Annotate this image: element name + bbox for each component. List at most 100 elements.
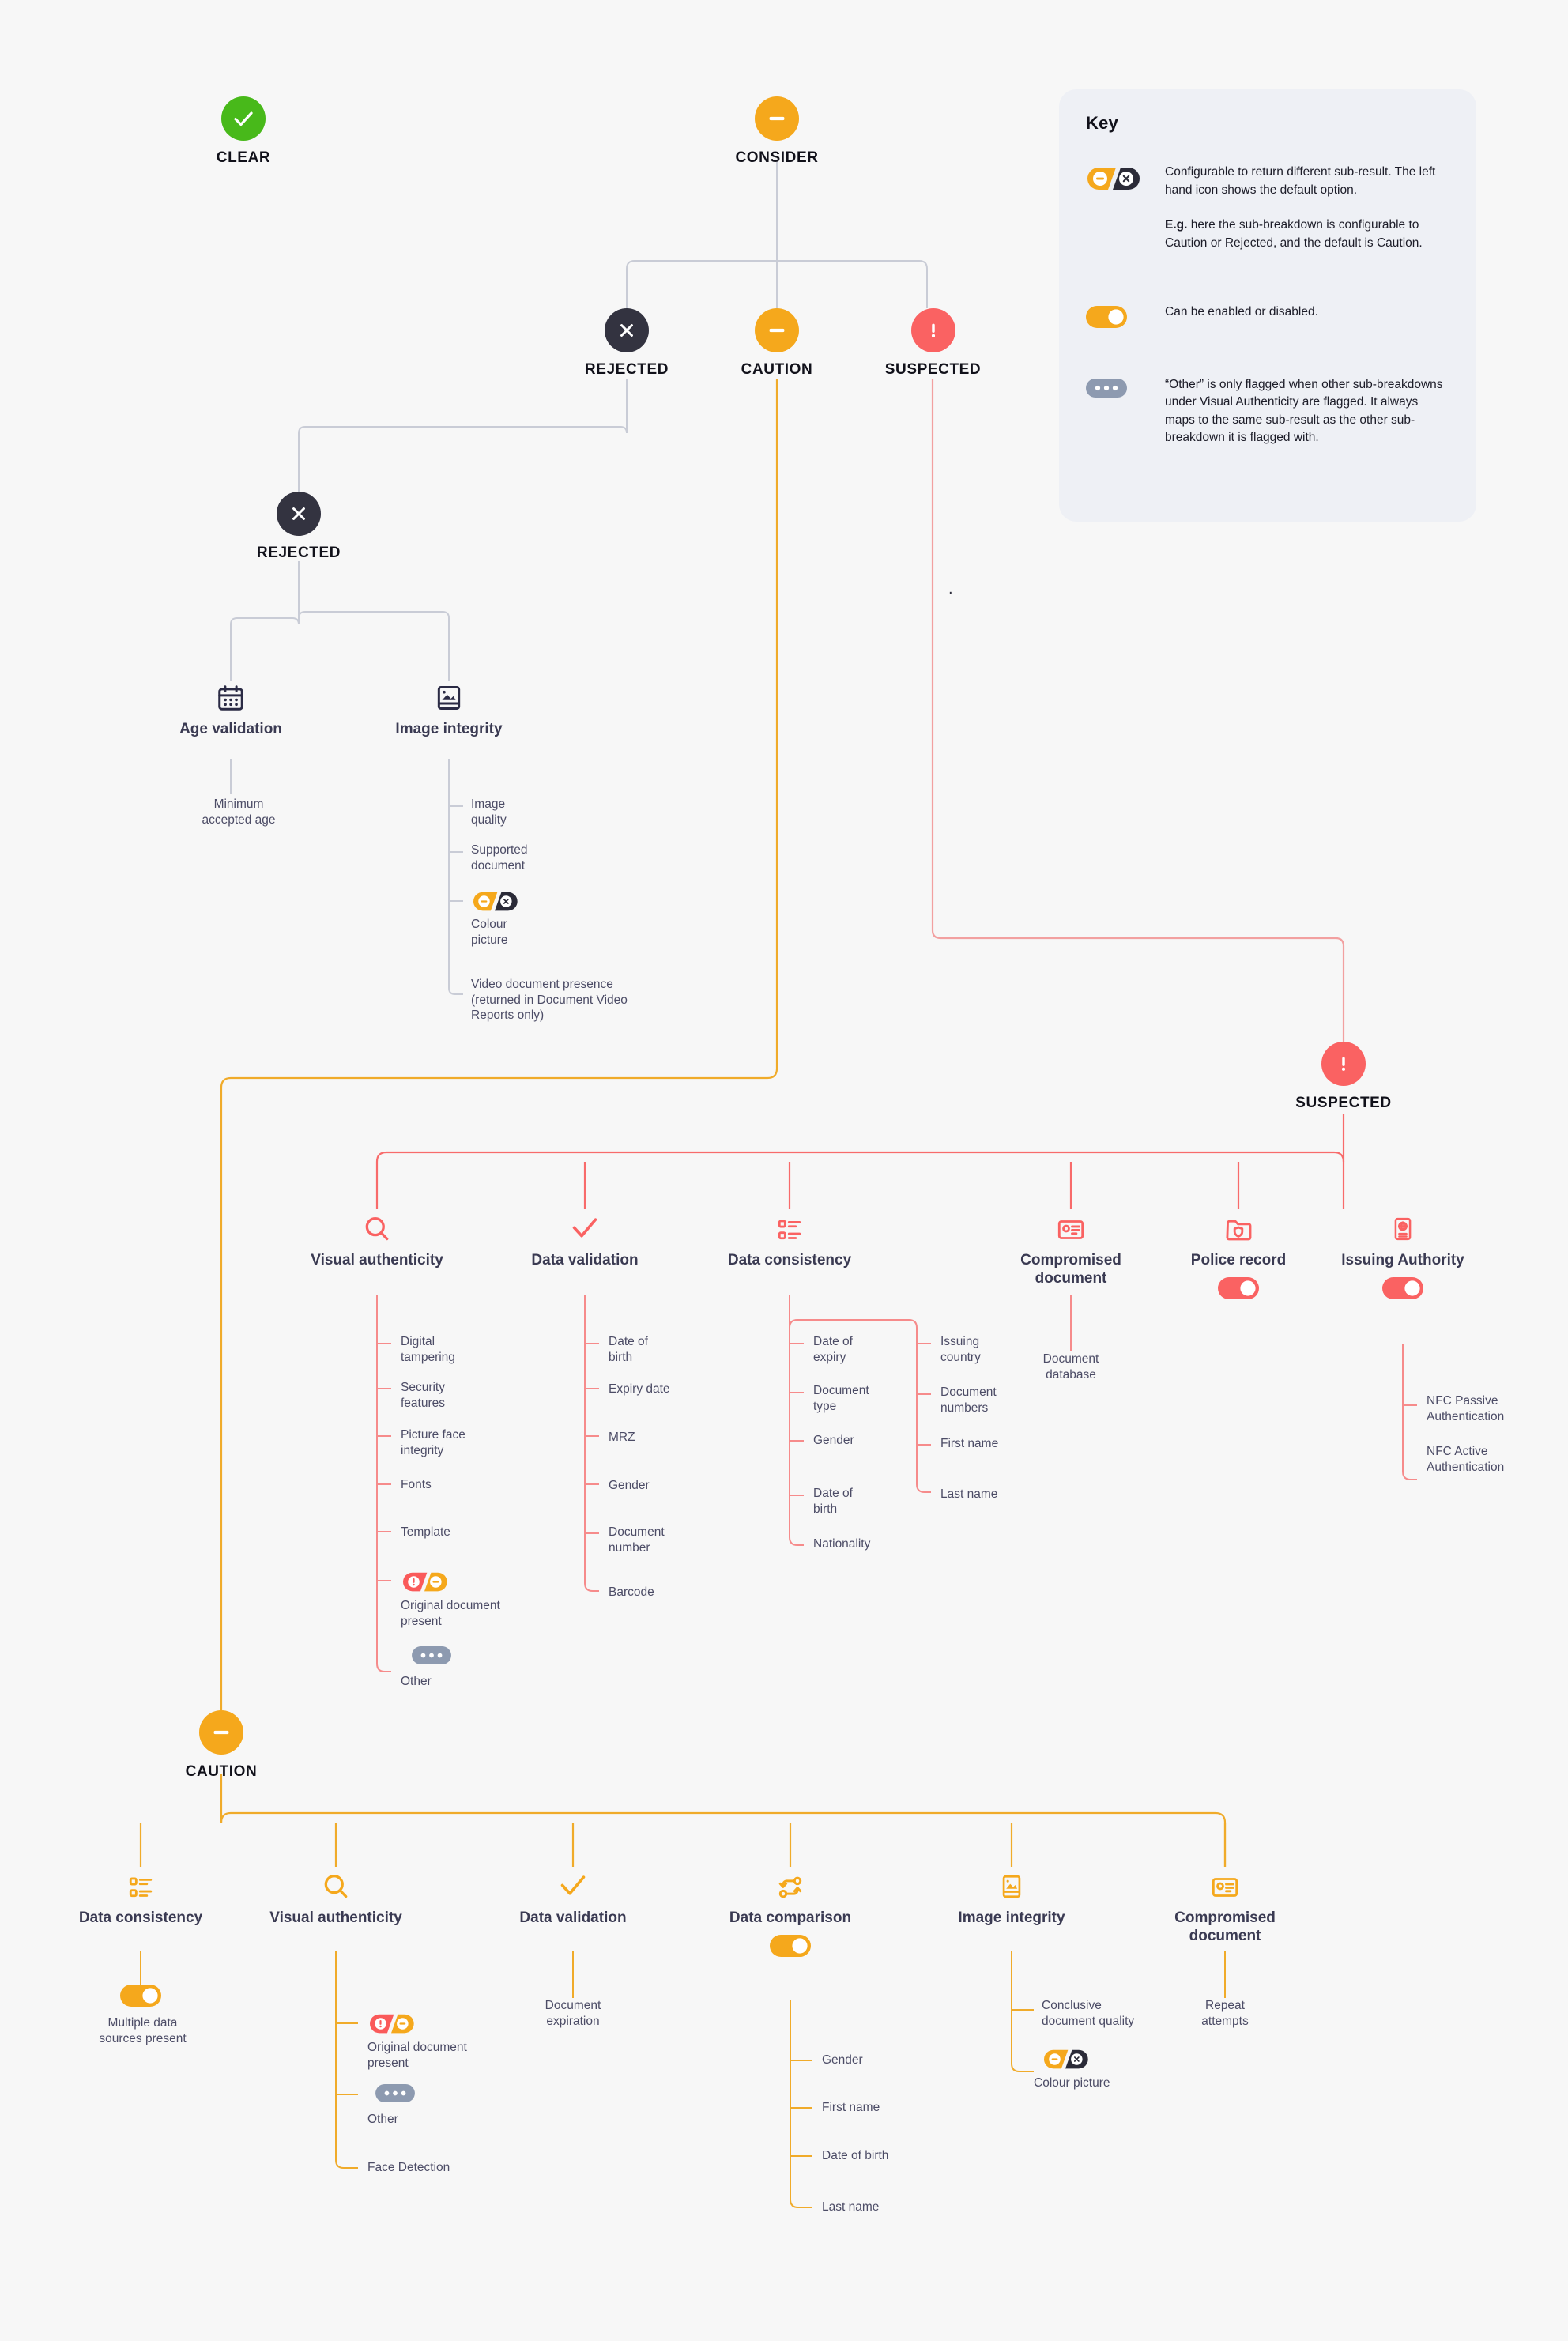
category-label: Data comparison	[729, 1909, 852, 1926]
node-suspected-top: SUSPECTED	[872, 308, 994, 379]
category-label: Data consistency	[727, 1252, 852, 1269]
suspected-top-label: SUSPECTED	[884, 361, 982, 378]
consider-label: CONSIDER	[735, 149, 819, 166]
leaf-face-detection: Face Detection	[368, 2161, 450, 2174]
leaf-dv-barcode: Barcode	[609, 1585, 654, 1599]
category-label: Image integrity	[958, 1909, 1065, 1926]
node-caution-top: CAUTION	[722, 308, 832, 379]
police-record-toggle[interactable]	[1155, 1277, 1321, 1300]
leaf-dv-expiry-date: Expiry date	[609, 1382, 670, 1396]
category-label: Image integrity	[395, 721, 503, 737]
leaf-dc-document-type: Document type	[813, 1384, 869, 1413]
leaf-dc-first-name: First name	[940, 1437, 999, 1450]
key-text-configurable: Configurable to return different sub-res…	[1165, 165, 1436, 197]
colour-picture-split-toggle-caution[interactable]	[1042, 2049, 1089, 2070]
leaf-dc-nationality: Nationality	[813, 1537, 871, 1551]
image-icon	[929, 1867, 1095, 1902]
key-title: Key	[1086, 113, 1118, 133]
clear-status-icon	[221, 96, 266, 141]
image-icon	[366, 678, 532, 713]
leaf-image-quality: Image quality	[471, 797, 507, 827]
caution-top-label: CAUTION	[741, 361, 813, 378]
caution-status-icon	[755, 308, 799, 352]
category-compromised-document-suspected: Compromised document	[988, 1209, 1154, 1287]
category-data-consistency-caution: Data consistency	[58, 1867, 224, 1927]
node-caution-branch: CAUTION	[166, 1710, 277, 1781]
other-dots-icon	[1086, 376, 1143, 401]
category-data-consistency-suspected: Data consistency	[707, 1209, 873, 1269]
category-visual-authenticity-suspected: Visual authenticity	[294, 1209, 460, 1269]
category-label: Compromised document	[1174, 1909, 1276, 1945]
key-row-other: “Other” is only flagged when other sub-b…	[1086, 376, 1449, 448]
key-eg-bold: E.g.	[1165, 218, 1188, 232]
leaf-fonts: Fonts	[401, 1478, 432, 1491]
other-dots-toggle-caution[interactable]	[375, 2084, 415, 2102]
other-dots-toggle-suspected[interactable]	[412, 1646, 451, 1664]
category-label: Issuing Authority	[1341, 1252, 1464, 1269]
leaf-dc-gender: Gender	[813, 1434, 854, 1447]
leaf-minimum-accepted-age: Minimum accepted age	[202, 797, 276, 827]
leaf-dv-document-number: Document number	[609, 1525, 665, 1555]
key-text-enabled: Can be enabled or disabled.	[1165, 304, 1318, 319]
leaf-dcmp-gender: Gender	[822, 2053, 863, 2067]
leaf-other-suspected: Other	[401, 1675, 432, 1688]
key-eg-text: here the sub-breakdown is configurable t…	[1165, 218, 1423, 250]
node-clear: CLEAR	[196, 96, 291, 167]
category-label: Data validation	[531, 1252, 639, 1269]
tick-icon	[502, 1209, 668, 1244]
leaf-dcmp-last-name: Last name	[822, 2200, 880, 2214]
leaf-document-database: Document database	[1042, 1352, 1099, 1382]
leaf-dv-date-of-birth: Date of birth	[609, 1335, 648, 1364]
id-card-icon	[988, 1209, 1154, 1244]
colour-picture-split-toggle[interactable]	[471, 891, 518, 912]
category-compromised-document-caution: Compromised document	[1142, 1867, 1308, 1945]
multiple-data-sources-toggle[interactable]	[120, 1985, 161, 2007]
toggle-on-amber-icon	[1086, 303, 1143, 332]
leaf-document-expiration: Document expiration	[545, 1999, 601, 2028]
leaf-other-caution: Other	[368, 2113, 398, 2126]
category-age-validation: Age validation	[148, 678, 314, 738]
tick-icon	[490, 1867, 656, 1902]
leaf-nfc-active-authentication: NFC Active Authentication	[1427, 1445, 1505, 1474]
leaf-original-document-present-suspected: Original document present	[401, 1599, 500, 1628]
category-police-record: Police record	[1155, 1209, 1321, 1300]
rejected-top-label: REJECTED	[584, 361, 669, 378]
category-label: Compromised document	[1020, 1252, 1121, 1287]
original-document-present-split-toggle-suspected[interactable]	[401, 1571, 448, 1593]
caution-branch-icon	[199, 1710, 243, 1755]
category-data-validation-caution: Data validation	[490, 1867, 656, 1927]
passport-globe-icon	[1320, 1209, 1486, 1244]
leaf-dv-gender: Gender	[609, 1479, 650, 1492]
category-data-validation-suspected: Data validation	[502, 1209, 668, 1269]
category-label: Police record	[1190, 1252, 1287, 1269]
data-comparison-toggle[interactable]	[707, 1935, 873, 1958]
leaf-colour-picture: Colour picture	[471, 918, 508, 947]
calendar-icon	[148, 678, 314, 713]
node-consider: CONSIDER	[729, 96, 824, 167]
leaf-dv-mrz: MRZ	[609, 1431, 635, 1444]
leaf-security-features: Security features	[401, 1381, 446, 1410]
suspected-branch-icon	[1321, 1042, 1366, 1086]
original-document-present-split-toggle-caution[interactable]	[368, 2013, 415, 2034]
leaf-picture-face-integrity: Picture face integrity	[401, 1428, 466, 1457]
category-label: Age validation	[179, 721, 282, 737]
leaf-dcmp-first-name: First name	[822, 2101, 880, 2114]
leaf-dcmp-date-of-birth: Date of birth	[822, 2149, 889, 2162]
magnifier-icon	[253, 1867, 419, 1902]
key-row-configurable: Configurable to return different sub-res…	[1086, 164, 1449, 253]
leaf-template: Template	[401, 1525, 450, 1539]
rejected-branch-icon	[277, 492, 321, 536]
suspected-branch-label: SUSPECTED	[1295, 1095, 1392, 1111]
key-text-other: “Other” is only flagged when other sub-b…	[1165, 377, 1443, 445]
category-label: Visual authenticity	[270, 1909, 402, 1926]
compare-icon	[707, 1867, 873, 1902]
category-label: Data validation	[519, 1909, 627, 1926]
issuing-authority-toggle[interactable]	[1320, 1277, 1486, 1300]
leaf-original-document-present-caution: Original document present	[368, 2041, 467, 2070]
leaf-dc-last-name: Last name	[940, 1487, 998, 1501]
magnifier-icon	[294, 1209, 460, 1244]
stray-period: .	[948, 580, 953, 598]
clear-label: CLEAR	[216, 149, 271, 166]
police-folder-icon	[1155, 1209, 1321, 1244]
leaf-dc-date-of-birth: Date of birth	[813, 1487, 853, 1516]
